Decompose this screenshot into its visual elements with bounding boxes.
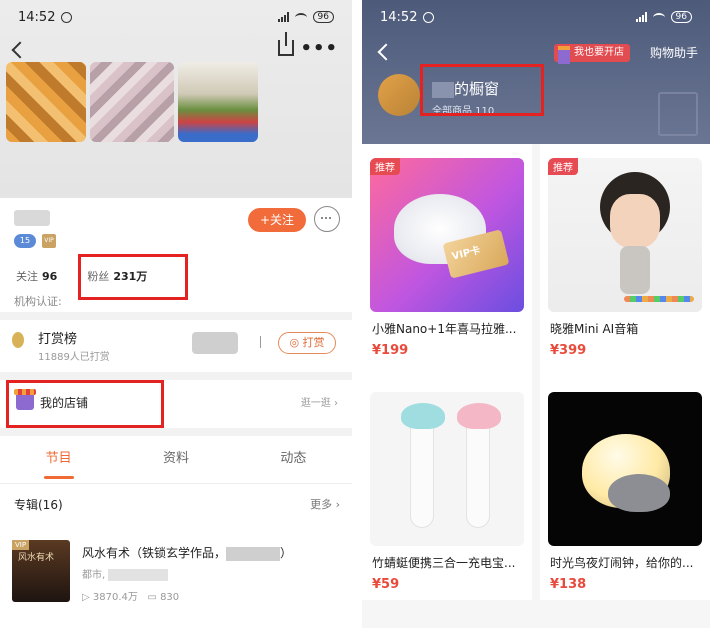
blurred-text	[226, 546, 281, 561]
reward-subtitle: 11889人已打赏	[38, 352, 110, 363]
vip-badge: VIP	[42, 234, 56, 248]
divider	[260, 336, 261, 348]
follow-label[interactable]: 关注	[16, 268, 38, 284]
battery-icon: 96	[670, 11, 692, 23]
more-menu-icon[interactable]: •••	[300, 38, 338, 59]
username-blurred	[14, 210, 50, 226]
tab-activity[interactable]: 动态	[235, 440, 352, 483]
browse-shop-link[interactable]: 逛一逛 ›	[301, 394, 338, 409]
album-counts: ▷ 3870.4万 ▭ 830	[82, 588, 179, 603]
album-meta: 都市,	[82, 566, 169, 581]
recommend-tag: 推荐	[370, 158, 400, 175]
status-bar: 14:52 96	[362, 0, 710, 34]
play-count: 3870.4万	[92, 592, 138, 603]
product-card[interactable]: 时光鸟夜灯闹钟，给你的... ¥138	[540, 378, 710, 600]
product-image: 推荐	[548, 158, 702, 312]
recommend-tag: 推荐	[548, 158, 578, 175]
blurred-text	[108, 569, 169, 581]
album-cover: VIP 风水有术	[12, 540, 70, 602]
divider	[0, 372, 352, 380]
fan-image-teal	[401, 403, 445, 528]
product-card[interactable]: 竹蜻蜓便携三合一充电宝... ¥59	[362, 378, 532, 600]
org-certification: 机构认证:	[14, 295, 62, 308]
back-icon[interactable]	[11, 41, 29, 59]
album-section-header: 专辑(16) 更多 ›	[14, 496, 340, 516]
tracks-icon: ▭	[147, 592, 161, 603]
product-price: ¥199	[372, 343, 409, 358]
bird-lamp-base	[608, 474, 670, 512]
wifi-icon	[294, 12, 307, 22]
album-count-label: 专辑(16)	[14, 498, 63, 512]
gift-icon: ◎	[289, 336, 303, 349]
product-name: 小雅Nano+1年喜马拉雅...	[372, 322, 517, 336]
alarm-icon	[61, 11, 73, 23]
signal-icon	[635, 12, 647, 22]
profile-photo-1[interactable]	[6, 62, 86, 142]
tip-button[interactable]: ◎ 打赏	[278, 332, 336, 354]
vip-tag: VIP	[12, 540, 30, 550]
reward-title: 打赏榜	[38, 332, 78, 347]
profile-screen: 14:52 96 ••• 15 VIP +关注 关注 96 粉丝 231万 机构…	[0, 0, 352, 628]
child-face	[610, 194, 660, 248]
album-item[interactable]: VIP 风水有术 风水有术（铁锁玄学作品，） 都市, ▷ 3870.4万 ▭ 8…	[12, 540, 342, 610]
profile-photo-3[interactable]	[178, 62, 258, 142]
divider	[0, 312, 352, 320]
highlight-shop-box	[6, 380, 164, 428]
product-image	[548, 392, 702, 546]
status-time: 14:52	[380, 9, 418, 25]
speaker-image	[620, 246, 650, 294]
battery-icon: 96	[312, 11, 334, 23]
product-price: ¥138	[550, 577, 587, 592]
share-icon[interactable]	[278, 32, 294, 56]
follow-count[interactable]: 96	[42, 270, 57, 283]
user-badges: 15 VIP	[14, 234, 56, 248]
profile-tabs: 节目 资料 动态	[0, 440, 352, 484]
product-name: 竹蜻蜓便携三合一充电宝...	[372, 556, 516, 570]
medal-icon	[12, 332, 24, 348]
product-name: 时光鸟夜灯闹钟，给你的...	[550, 556, 694, 570]
product-price: ¥59	[372, 577, 400, 592]
shopping-assistant-link[interactable]: 购物助手	[650, 44, 698, 61]
product-image: 推荐 VIP卡	[370, 158, 524, 312]
album-title: 风水有术（铁锁玄学作品，）	[82, 546, 293, 561]
profile-photo-2[interactable]	[90, 62, 174, 142]
open-shop-button[interactable]: 我也要开店	[554, 44, 630, 64]
reward-avatars-blurred	[192, 332, 238, 354]
reward-ranking[interactable]: 打赏榜 11889人已打赏 ◎ 打赏	[0, 320, 352, 370]
product-card[interactable]: 推荐 VIP卡 小雅Nano+1年喜马拉雅... ¥199	[362, 144, 532, 378]
follow-button[interactable]: +关注	[248, 208, 306, 232]
highlight-window-title-box	[420, 64, 544, 116]
tab-profile-info[interactable]: 资料	[117, 440, 234, 483]
avatar[interactable]	[378, 74, 420, 116]
highlight-fans-box	[78, 254, 188, 300]
tip-label: 打赏	[302, 336, 325, 349]
cover-title: 风水有术	[18, 553, 55, 563]
storefront-icon	[658, 92, 698, 136]
more-albums-link[interactable]: 更多 ›	[310, 496, 340, 512]
wifi-icon	[652, 12, 665, 22]
alarm-icon	[423, 11, 435, 23]
product-name: 晓雅Mini AI音箱	[550, 322, 639, 336]
track-count: 830	[160, 592, 180, 603]
message-icon[interactable]	[314, 206, 340, 232]
play-icon: ▷	[82, 592, 93, 603]
status-bar: 14:52 96	[0, 0, 352, 34]
status-time: 14:52	[18, 9, 56, 25]
signal-icon	[277, 12, 289, 22]
divider	[0, 428, 352, 436]
product-price: ¥399	[550, 343, 587, 358]
product-image	[370, 392, 524, 546]
level-badge: 15	[14, 234, 36, 248]
beads-image	[624, 296, 694, 302]
fan-image-pink	[457, 403, 501, 528]
tab-programs[interactable]: 节目	[0, 440, 117, 483]
product-card[interactable]: 推荐 晓雅Mini AI音箱 ¥399	[540, 144, 710, 378]
